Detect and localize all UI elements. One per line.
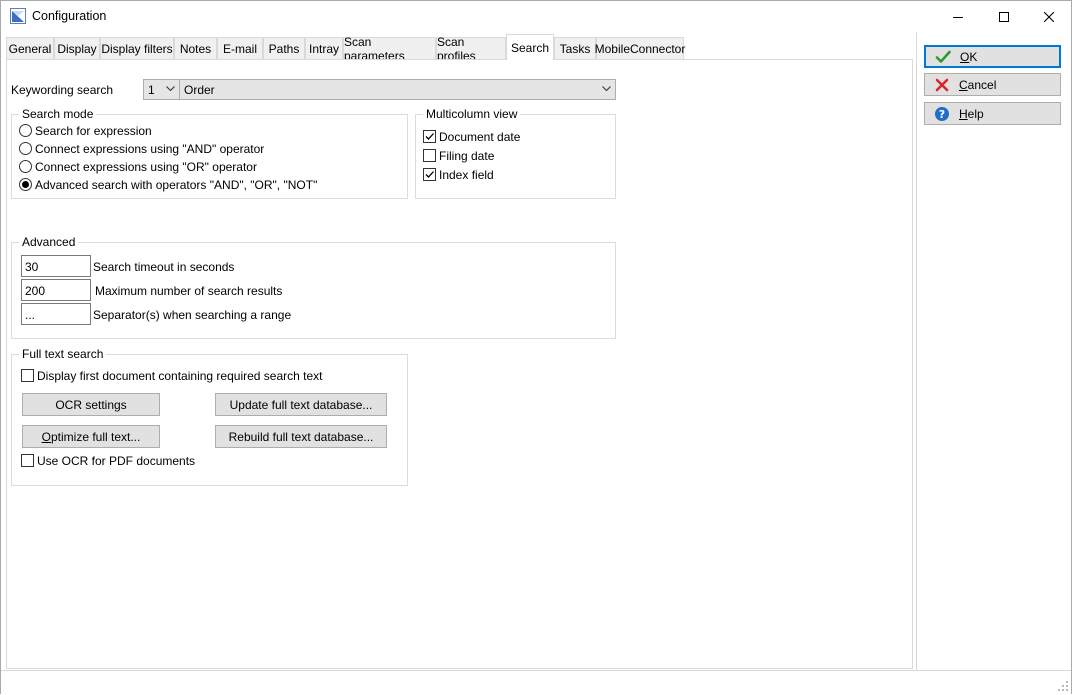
resize-grip-icon[interactable] bbox=[1057, 680, 1069, 692]
optimize-mnemonic: O bbox=[41, 429, 51, 444]
checkmark-icon bbox=[425, 133, 434, 140]
chevron-down-icon bbox=[602, 86, 611, 92]
cross-icon bbox=[934, 77, 950, 93]
rebuild-full-text-database-button[interactable]: Rebuild full text database... bbox=[215, 425, 387, 448]
keywording-search-label: Keywording search bbox=[11, 83, 114, 97]
max-results-input[interactable]: 200 bbox=[21, 279, 91, 301]
cancel-button[interactable]: Cancel bbox=[924, 73, 1061, 96]
configuration-window: Configuration General Display Display fi… bbox=[0, 0, 1072, 694]
tab-intray[interactable]: Intray bbox=[305, 37, 343, 59]
tab-general[interactable]: General bbox=[6, 37, 54, 59]
tab-search[interactable]: Search bbox=[506, 34, 554, 60]
svg-text:?: ? bbox=[939, 108, 945, 121]
multicolumn-view-title: Multicolumn view bbox=[423, 107, 521, 121]
document-date-checkbox[interactable] bbox=[423, 130, 436, 143]
window-title: Configuration bbox=[32, 9, 107, 23]
update-full-text-database-button[interactable]: Update full text database... bbox=[215, 393, 387, 416]
maximize-button[interactable] bbox=[981, 1, 1027, 32]
close-button[interactable] bbox=[1026, 1, 1072, 32]
cancel-mnemonic: C bbox=[959, 77, 968, 92]
tab-display[interactable]: Display bbox=[54, 37, 100, 59]
range-separator-input[interactable]: ... bbox=[21, 303, 91, 325]
search-mode-label-advanced[interactable]: Advanced search with operators "AND", "O… bbox=[35, 178, 317, 192]
ocr-settings-button[interactable]: OCR settings bbox=[22, 393, 160, 416]
tab-paths[interactable]: Paths bbox=[263, 37, 305, 59]
close-icon bbox=[1044, 11, 1054, 22]
tab-display-filters[interactable]: Display filters bbox=[100, 37, 174, 59]
chevron-down-icon bbox=[166, 86, 175, 92]
search-mode-radio-expression[interactable] bbox=[19, 124, 32, 137]
checkmark-icon bbox=[425, 171, 434, 178]
search-mode-radio-or[interactable] bbox=[19, 160, 32, 173]
keywording-number-value: 1 bbox=[148, 83, 155, 97]
keywording-field-value: Order bbox=[184, 83, 215, 97]
help-icon: ? bbox=[934, 106, 950, 122]
tab-scan-profiles[interactable]: Scan profiles bbox=[436, 35, 506, 63]
status-bar bbox=[1, 670, 1071, 694]
filing-date-checkbox[interactable] bbox=[423, 149, 436, 162]
tab-scan-parameters[interactable]: Scan parameters bbox=[343, 35, 436, 63]
help-label: elp bbox=[967, 106, 984, 121]
tab-tasks[interactable]: Tasks bbox=[554, 37, 596, 59]
display-first-document-label[interactable]: Display first document containing requir… bbox=[37, 369, 322, 383]
maximize-icon bbox=[999, 11, 1009, 22]
search-mode-label-expression[interactable]: Search for expression bbox=[35, 124, 152, 138]
cancel-label: ancel bbox=[967, 77, 997, 92]
ok-button[interactable]: OK bbox=[924, 45, 1061, 68]
minimize-icon bbox=[953, 16, 963, 18]
max-results-label: Maximum number of search results bbox=[95, 284, 283, 298]
title-bar[interactable]: Configuration bbox=[1, 1, 1071, 32]
search-mode-radio-and[interactable] bbox=[19, 142, 32, 155]
use-ocr-pdf-checkbox[interactable] bbox=[21, 454, 34, 467]
search-mode-label-or[interactable]: Connect expressions using "OR" operator bbox=[35, 160, 257, 174]
ok-label: K bbox=[969, 49, 978, 64]
right-column-divider bbox=[916, 32, 917, 670]
app-logo-icon bbox=[10, 8, 26, 24]
tab-email[interactable]: E-mail bbox=[217, 37, 263, 59]
search-timeout-input[interactable]: 30 bbox=[21, 255, 91, 277]
range-separator-label: Separator(s) when searching a range bbox=[93, 308, 292, 322]
search-timeout-label: Search timeout in seconds bbox=[93, 260, 235, 274]
optimize-full-text-button[interactable]: Optimize full text... bbox=[22, 425, 160, 448]
display-first-document-checkbox[interactable] bbox=[21, 369, 34, 382]
filing-date-label[interactable]: Filing date bbox=[439, 149, 494, 163]
tab-mobileconnector[interactable]: MobileConnector bbox=[595, 37, 685, 59]
tab-notes[interactable]: Notes bbox=[174, 37, 217, 59]
index-field-label[interactable]: Index field bbox=[439, 168, 494, 182]
checkmark-icon bbox=[935, 49, 951, 65]
full-text-search-title: Full text search bbox=[19, 347, 107, 361]
advanced-title: Advanced bbox=[19, 235, 79, 249]
help-mnemonic: H bbox=[959, 106, 968, 121]
document-date-label[interactable]: Document date bbox=[439, 130, 520, 144]
keywording-field-select[interactable]: Order bbox=[179, 79, 616, 100]
keywording-number-select[interactable]: 1 bbox=[143, 79, 180, 100]
index-field-checkbox[interactable] bbox=[423, 168, 436, 181]
search-mode-label-and[interactable]: Connect expressions using "AND" operator bbox=[35, 142, 264, 156]
help-button[interactable]: ? Help bbox=[924, 102, 1061, 125]
ok-mnemonic: O bbox=[960, 49, 970, 64]
minimize-button[interactable] bbox=[935, 1, 981, 32]
search-mode-title: Search mode bbox=[19, 107, 97, 121]
search-mode-radio-advanced[interactable] bbox=[19, 178, 32, 191]
optimize-label: ptimize full text... bbox=[50, 429, 141, 444]
use-ocr-pdf-label[interactable]: Use OCR for PDF documents bbox=[37, 454, 195, 468]
